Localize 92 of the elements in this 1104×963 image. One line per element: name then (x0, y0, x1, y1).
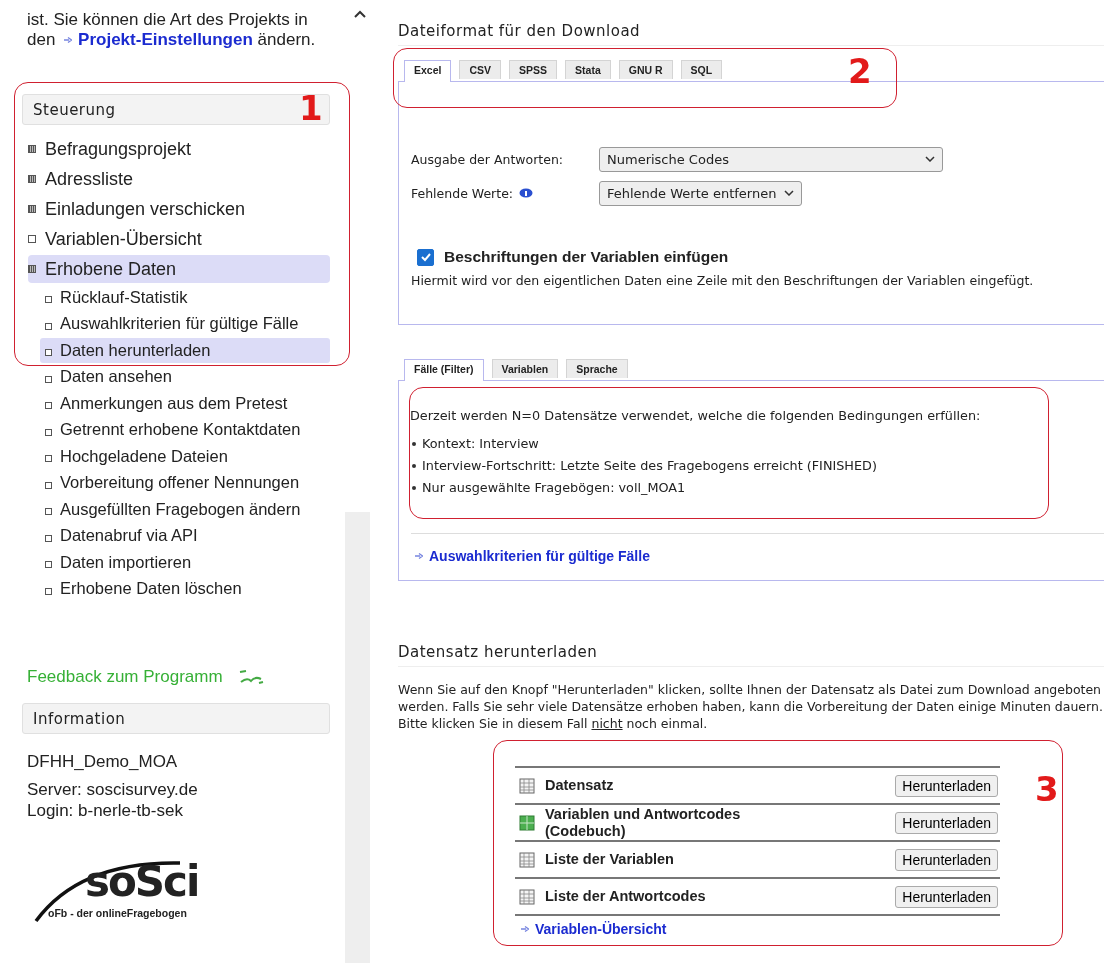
page-square-icon (45, 296, 52, 304)
format-tab[interactable]: Excel (404, 60, 452, 82)
group-square-icon (28, 145, 36, 153)
nav-item[interactable]: Einladungen verschicken (28, 195, 330, 223)
nav-item[interactable]: Adressliste (28, 165, 330, 193)
arrow-icon (64, 36, 73, 43)
nav-subitem[interactable]: Vorbereitung offener Nennungen (40, 470, 330, 495)
criteria-link[interactable]: Auswahlkriterien für gültige Fälle (411, 548, 650, 564)
chevron-down-icon (925, 156, 935, 162)
nav-subitem[interactable]: Getrennt erhobene Kontaktdaten (40, 417, 330, 442)
file-label: Liste der Variablen (545, 851, 675, 868)
checkbox-label: Beschriftungen der Variablen einfügen (444, 248, 729, 266)
dropdown-field[interactable]: Numerische Codes (599, 146, 943, 172)
callout-number: 2 (848, 54, 872, 88)
bullet-icon (412, 442, 416, 446)
dropdown-field[interactable]: Fehlende Werte entfernen (599, 180, 803, 206)
page-square-icon (45, 455, 52, 463)
format-tab[interactable]: SQL (680, 60, 723, 79)
checkbox[interactable] (417, 248, 434, 266)
page-square-icon (45, 349, 52, 357)
table-icon (519, 851, 535, 868)
nav-subitem[interactable]: Ausgefüllten Fragebogen ändern (40, 497, 330, 522)
nav-subitem[interactable]: Rücklauf-Statistik (40, 285, 330, 310)
nav-subitem[interactable]: Hochgeladene Dateien (40, 444, 330, 469)
description-text: Hiermit wird vor den eigentlichen Daten eine Zeile mit den Beschriftungen der Variablen eingefügt. (411, 272, 1035, 290)
spreadsheet-icon (519, 814, 535, 831)
format-tab[interactable]: SPSS (509, 60, 558, 79)
arrow-icon (521, 926, 529, 933)
filter-tab[interactable]: Fälle (Filter) (404, 359, 484, 381)
page-square-icon (45, 322, 52, 330)
summary-text: Derzeit werden N=0 Datensätze verwendet, welche die folgenden Bedingungen erfüllen: (410, 408, 982, 424)
page-square-icon (45, 508, 52, 516)
download-button[interactable]: Herunterladen (895, 774, 998, 797)
file-label: Datensatz (545, 777, 615, 794)
format-tab[interactable]: CSV (459, 60, 502, 79)
page-square-icon (45, 428, 52, 436)
page-square-icon (28, 235, 36, 243)
info-line: Server: soscisurvey.de (27, 779, 199, 800)
scroll-up-icon[interactable] (354, 10, 366, 18)
download-button[interactable]: Herunterladen (895, 885, 998, 908)
condition-item: Interview-Fortschritt: Letzte Seite des Fragebogens erreicht (FINISHED) (422, 458, 877, 474)
download-button[interactable]: Herunterladen (895, 811, 998, 834)
callout-number: 3 (1035, 772, 1059, 806)
field-label: Fehlende Werte: (411, 185, 514, 201)
callout-number: 1 (299, 91, 323, 125)
group-square-icon (28, 265, 36, 273)
section-title: Dateiformat für den Download (398, 22, 1104, 46)
download-button[interactable]: Herunterladen (895, 848, 998, 871)
page-square-icon (45, 534, 52, 542)
group-square-icon (28, 205, 36, 213)
section-title: Datensatz herunterladen (398, 643, 1104, 667)
nav-subitem[interactable]: Anmerkungen aus dem Pretest (40, 391, 330, 416)
intro-text: ist. Sie können die Art des Projekts in den Projekt-Einstellungen ändern. (27, 10, 317, 50)
project-name: DFHH_Demo_MOA (27, 752, 179, 772)
variables-link[interactable]: Variablen-Übersicht (517, 921, 667, 937)
page-square-icon (45, 561, 52, 569)
table-icon (519, 888, 535, 905)
bullet-icon (412, 486, 416, 490)
instruction-text: Wenn Sie auf den Knopf "Herunterladen" klicken, sollte Ihnen der Datensatz als Datei zum Download angeboten werden. Falls Sie sehr viele Datensätze erhoben haben, kann die Vorbereitung der Daten einige Minuten dauern. Bitte klicken Sie in diesem Fall nicht noch einmal. (398, 681, 1104, 732)
settings-link[interactable]: Projekt-Einstellungen (60, 30, 253, 49)
table-icon (519, 777, 535, 794)
nav-subitem[interactable]: Daten importieren (40, 550, 330, 575)
group-square-icon (28, 175, 36, 183)
logo: soSci oFb - der onlineFragebogen (30, 855, 230, 927)
nav-subitem[interactable]: Daten herunterladen (40, 338, 330, 363)
format-tab[interactable]: Stata (565, 60, 611, 79)
nav-subitem[interactable]: Erhobene Daten löschen (40, 576, 330, 601)
page-square-icon (45, 481, 52, 489)
nav-item[interactable]: Befragungsprojekt (28, 135, 330, 163)
nav-subitem[interactable]: Daten ansehen (40, 364, 330, 389)
file-label: Liste der Antwortcodes (545, 888, 707, 905)
page-square-icon (45, 587, 52, 595)
bullet-icon (412, 464, 416, 468)
nav-item[interactable]: Variablen-Übersicht (28, 225, 330, 253)
info-line: Login: b-nerle-tb-sek (27, 800, 184, 821)
format-tab[interactable]: GNU R (618, 60, 673, 79)
condition-item: Kontext: Interview (422, 436, 539, 452)
nav-subitem[interactable]: Datenabruf via API (40, 523, 330, 548)
information-header: Information (22, 703, 330, 734)
condition-item: Nur ausgewählte Fragebögen: voll_MOA1 (422, 480, 686, 496)
page-square-icon (45, 375, 52, 383)
nav-subitem[interactable]: Auswahlkriterien für gültige Fälle (40, 311, 330, 336)
checkmark-icon (419, 251, 432, 263)
nav-item[interactable]: Erhobene Daten (28, 255, 330, 283)
chevron-down-icon (784, 190, 795, 196)
arrow-icon (415, 553, 423, 560)
filter-tab[interactable]: Sprache (566, 359, 628, 378)
file-label: Variablen und Antwortcodes (Codebuch) (545, 805, 742, 840)
page-square-icon (45, 402, 52, 410)
filter-tab[interactable]: Variablen (491, 359, 559, 378)
field-label: Ausgabe der Antworten: (411, 151, 564, 167)
info-bubble-icon[interactable] (519, 187, 534, 199)
